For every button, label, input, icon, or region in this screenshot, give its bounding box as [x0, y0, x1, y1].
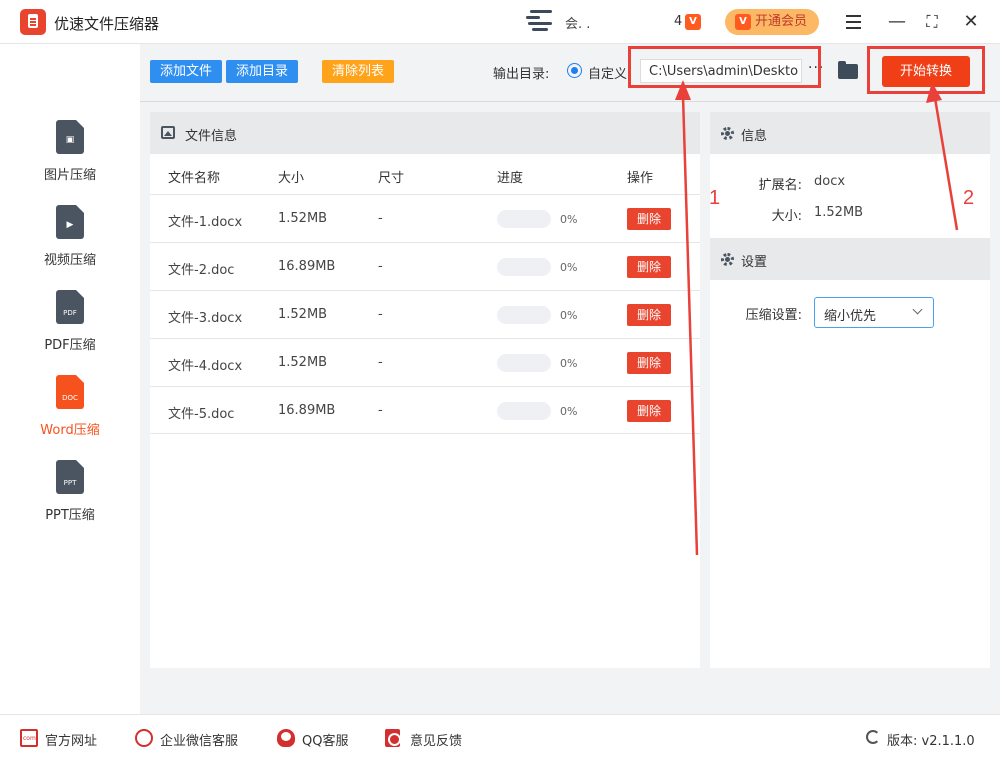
- qq-service-label: QQ客服: [302, 734, 349, 749]
- annotation-marker-2: 2: [963, 187, 975, 209]
- footer: 官方网址 企业微信客服 QQ客服 意见反馈: [0, 714, 1000, 760]
- official-website-link[interactable]: 官方网址: [20, 729, 98, 749]
- wechat-service-link[interactable]: 企业微信客服: [135, 729, 239, 749]
- website-icon: [20, 729, 38, 747]
- feedback-link[interactable]: 意见反馈: [385, 729, 463, 749]
- refresh-icon[interactable]: [866, 730, 880, 744]
- wechat-icon: [135, 729, 153, 747]
- official-website-label: 官方网址: [45, 734, 98, 749]
- wechat-service-label: 企业微信客服: [160, 734, 239, 749]
- qq-service-link[interactable]: QQ客服: [277, 729, 349, 749]
- version-text: 版本: v2.1.1.0: [887, 734, 975, 749]
- feedback-label: 意见反馈: [410, 734, 463, 749]
- annotation-arrows: [675, 80, 959, 556]
- annotation-marker-1: 1: [709, 187, 721, 209]
- feedback-icon: [385, 729, 401, 747]
- qq-icon: [277, 729, 295, 747]
